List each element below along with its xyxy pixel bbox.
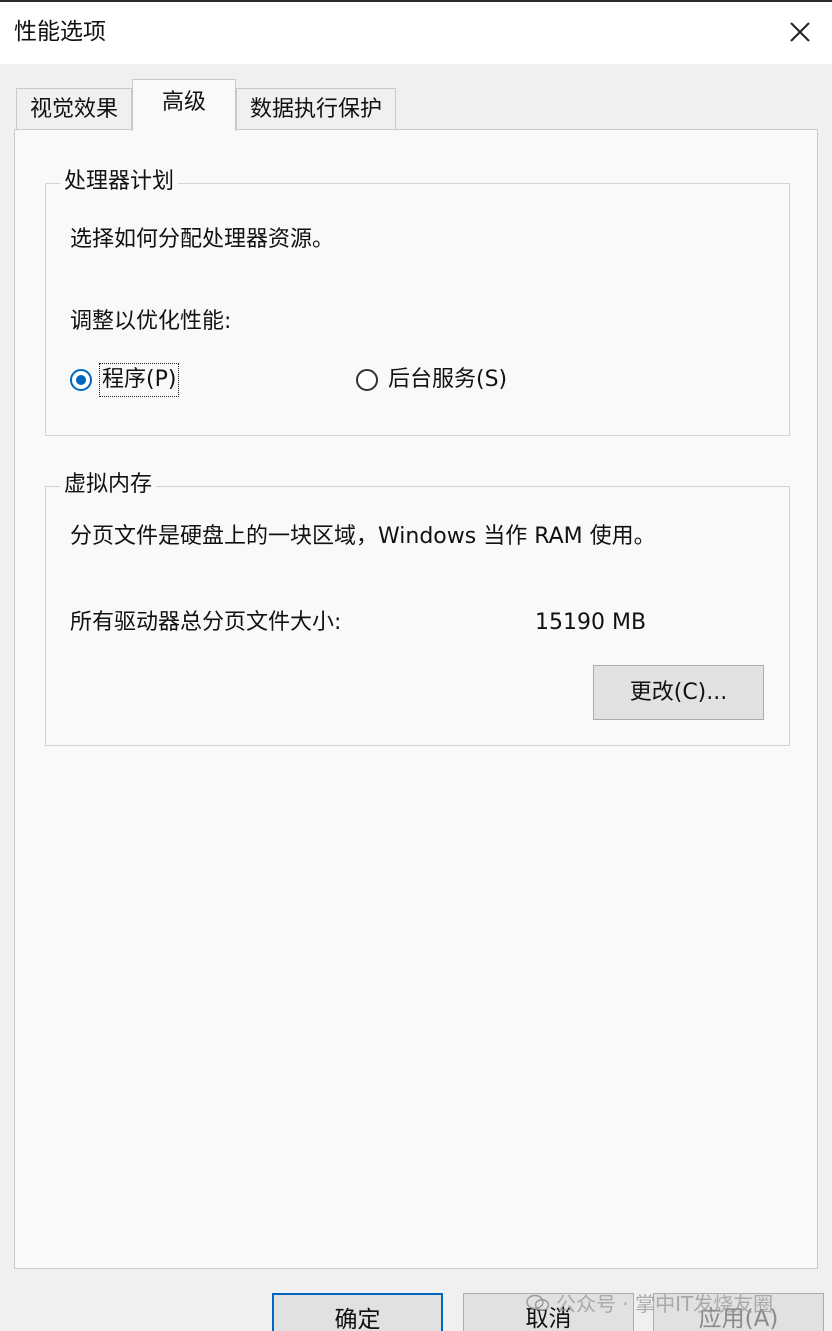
performance-options-dialog: 性能选项 视觉效果 高级 数据执行保护 处理器计划 选择如何分配处理器资源。 调… xyxy=(0,0,832,1331)
watermark-text: 公众号 · 掌中IT发烧友圈 xyxy=(556,1292,774,1316)
advanced-tab-panel: 处理器计划 选择如何分配处理器资源。 调整以优化性能: 程序(P) 后台服务(S… xyxy=(14,129,818,1269)
watermark: 公众号 · 掌中IT发烧友圈 xyxy=(526,1288,773,1317)
ok-button[interactable]: 确定 xyxy=(272,1293,443,1331)
paging-file-total-value: 15190 MB xyxy=(535,610,647,635)
radio-background-services[interactable]: 后台服务(S) xyxy=(356,364,509,396)
tab-visual-effects[interactable]: 视觉效果 xyxy=(16,88,132,130)
processor-description: 选择如何分配处理器资源。 xyxy=(70,227,335,252)
close-icon xyxy=(790,22,810,42)
close-button[interactable] xyxy=(778,10,822,54)
tab-data-execution-prevention[interactable]: 数据执行保护 xyxy=(236,88,396,130)
wechat-icon xyxy=(526,1294,550,1311)
radio-background-services-label: 后台服务(S) xyxy=(388,367,508,392)
virtual-memory-group: 虚拟内存 分页文件是硬盘上的一块区域，Windows 当作 RAM 使用。 所有… xyxy=(45,471,790,746)
virtual-memory-legend: 虚拟内存 xyxy=(60,471,157,499)
title-bar: 性能选项 xyxy=(0,0,832,64)
adjust-label: 调整以优化性能: xyxy=(70,309,232,334)
radio-background-services-indicator[interactable] xyxy=(356,369,378,391)
processor-scheduling-legend: 处理器计划 xyxy=(60,168,179,196)
tab-strip: 视觉效果 高级 数据执行保护 xyxy=(16,79,816,131)
tab-advanced[interactable]: 高级 xyxy=(132,79,236,131)
window-title: 性能选项 xyxy=(14,19,106,45)
paging-file-total-label: 所有驱动器总分页文件大小: xyxy=(70,610,342,635)
processor-scheduling-group: 处理器计划 选择如何分配处理器资源。 调整以优化性能: 程序(P) 后台服务(S… xyxy=(45,168,790,436)
virtual-memory-description: 分页文件是硬盘上的一块区域，Windows 当作 RAM 使用。 xyxy=(70,524,656,549)
radio-programs-label: 程序(P) xyxy=(98,363,180,397)
radio-programs-indicator[interactable] xyxy=(70,369,92,391)
change-button[interactable]: 更改(C)... xyxy=(593,665,764,720)
radio-programs[interactable]: 程序(P) xyxy=(70,363,180,397)
